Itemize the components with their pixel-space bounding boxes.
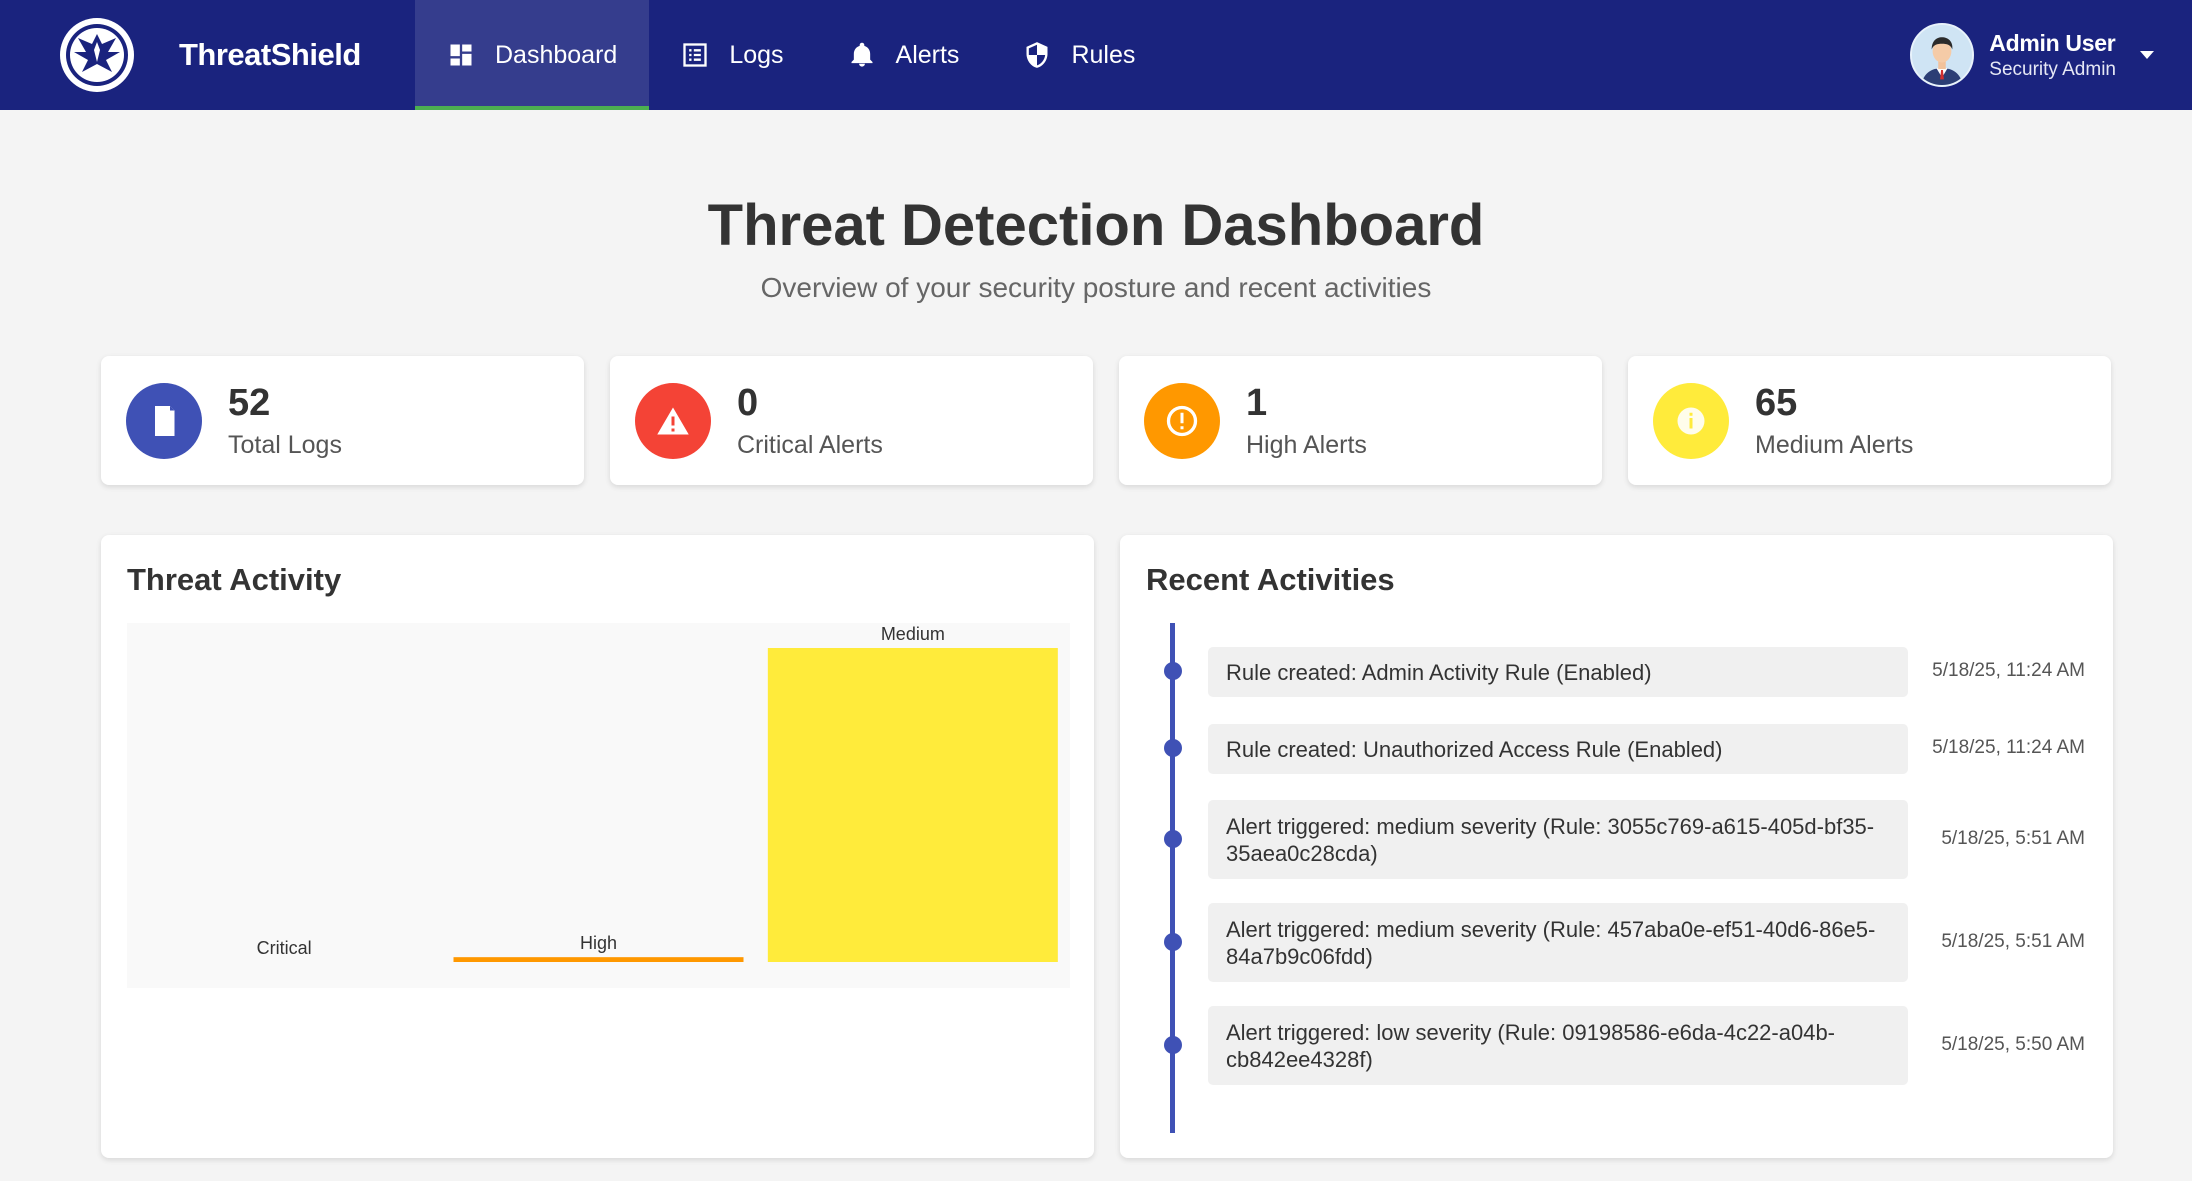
activity-item: Rule created: Unauthorized Access Rule (… — [1164, 724, 2085, 774]
stat-label: Medium Alerts — [1755, 430, 1914, 459]
page-title: Threat Detection Dashboard — [707, 193, 1485, 258]
stat-card-critical-alerts: 0 Critical Alerts — [610, 356, 1093, 485]
warning-triangle-icon — [635, 382, 711, 459]
stats-row: 52 Total Logs 0 Critical Alerts 1 High A… — [101, 356, 2113, 485]
stat-card-high-alerts: 1 High Alerts — [1119, 356, 1602, 485]
activity-time: 5/18/25, 5:51 AM — [1941, 931, 2085, 952]
bar-high — [453, 957, 744, 962]
stat-value: 52 — [228, 381, 271, 424]
nav-links: Dashboard Logs Alerts Rules — [415, 0, 1167, 110]
activity-time: 5/18/25, 11:24 AM — [1932, 737, 2085, 758]
caret-down-icon[interactable] — [2140, 51, 2154, 59]
threat-activity-panel: Threat Activity Critical High Medium — [101, 535, 1094, 1158]
bar-label-critical: Critical — [257, 938, 312, 958]
stat-label: High Alerts — [1246, 430, 1367, 459]
dashboard-icon — [447, 41, 475, 69]
stat-label: Total Logs — [228, 430, 342, 459]
stat-label: Critical Alerts — [737, 430, 883, 459]
page-subtitle: Overview of your security posture and re… — [760, 272, 1432, 303]
exclamation-circle-icon — [1144, 382, 1220, 459]
bar-label-medium: Medium — [881, 624, 945, 644]
stat-value: 65 — [1755, 381, 1798, 424]
shield-icon — [1023, 41, 1051, 69]
panel-title: Recent Activities — [1146, 562, 1395, 597]
activity-text: Alert triggered: medium severity (Rule: … — [1208, 800, 1908, 879]
panel-title: Threat Activity — [127, 562, 342, 597]
brand-name: ThreatShield — [179, 37, 361, 72]
stat-card-total-logs: 52 Total Logs — [101, 356, 584, 485]
activity-text: Alert triggered: low severity (Rule: 091… — [1208, 1006, 1908, 1085]
list-icon — [681, 41, 709, 69]
nav-item-logs[interactable]: Logs — [649, 0, 815, 110]
nav-item-label: Rules — [1071, 40, 1136, 69]
nav-item-label: Alerts — [895, 40, 960, 69]
nav-item-alerts[interactable]: Alerts — [816, 0, 992, 110]
timeline-dot — [1164, 662, 1182, 680]
threat-activity-chart: Critical High Medium — [127, 623, 1070, 988]
timeline-dot — [1164, 739, 1182, 757]
user-avatar-icon — [1910, 23, 1975, 87]
stat-card-medium-alerts: 65 Medium Alerts — [1628, 356, 2111, 485]
timeline-dot — [1164, 1036, 1182, 1054]
bar-chart: Critical High Medium — [257, 624, 1058, 962]
nav-item-label: Logs — [729, 40, 784, 69]
timeline-dot — [1164, 933, 1182, 951]
activity-time: 5/18/25, 5:51 AM — [1941, 828, 2085, 849]
user-menu[interactable]: Admin User Security Admin — [1910, 0, 2154, 110]
activity-item: Alert triggered: medium severity (Rule: … — [1164, 800, 2085, 879]
bar-medium — [767, 648, 1058, 962]
bell-icon — [848, 41, 876, 69]
activity-text: Rule created: Admin Activity Rule (Enabl… — [1208, 647, 1908, 697]
nav-item-dashboard[interactable]: Dashboard — [415, 0, 650, 110]
activity-time: 5/18/25, 5:50 AM — [1941, 1034, 2085, 1055]
activity-item: Alert triggered: low severity (Rule: 091… — [1164, 1006, 2085, 1085]
stat-value: 0 — [737, 381, 759, 424]
nav-item-label: Dashboard — [495, 40, 618, 69]
stat-value: 1 — [1246, 381, 1268, 424]
activity-item: Alert triggered: medium severity (Rule: … — [1164, 903, 2085, 982]
timeline-line — [1170, 623, 1175, 1133]
brand[interactable]: ThreatShield — [0, 0, 415, 110]
timeline-dot — [1164, 830, 1182, 848]
activity-text: Rule created: Unauthorized Access Rule (… — [1208, 724, 1908, 774]
eagle-shield-icon — [60, 18, 134, 92]
user-name: Admin User — [1989, 29, 2116, 56]
top-navbar: ThreatShield Dashboard Logs Alerts Rules — [0, 0, 2192, 110]
recent-activities-panel: Recent Activities Rule created: Admin Ac… — [1120, 535, 2113, 1158]
info-circle-icon — [1653, 382, 1729, 459]
nav-item-rules[interactable]: Rules — [991, 0, 1167, 110]
activity-time: 5/18/25, 11:24 AM — [1932, 660, 2085, 681]
activity-item: Rule created: Admin Activity Rule (Enabl… — [1164, 647, 2085, 697]
bar-label-high: High — [580, 933, 617, 953]
document-icon — [126, 382, 202, 459]
user-role: Security Admin — [1989, 58, 2116, 80]
activity-text: Alert triggered: medium severity (Rule: … — [1208, 903, 1908, 982]
